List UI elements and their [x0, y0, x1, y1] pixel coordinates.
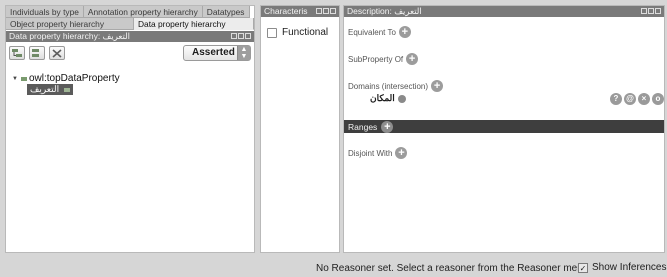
tab-object-property-hierarchy[interactable]: Object property hierarchy — [6, 18, 134, 30]
data-property-icon — [63, 88, 70, 92]
tree-node-label: owl:topDataProperty — [29, 73, 120, 84]
domain-class: المكان — [370, 93, 406, 104]
functional-checkbox-row[interactable]: Functional — [267, 27, 328, 38]
description-header: Description: التعريف — [344, 6, 664, 17]
add-icon[interactable]: + — [398, 26, 411, 38]
view-window-controls — [231, 33, 251, 39]
section-label: Domains (intersection) — [348, 81, 429, 91]
tree-row-selected[interactable]: التعريف — [27, 84, 120, 95]
view-title: Data property hierarchy: التعريف — [9, 31, 131, 41]
pin-view-icon[interactable] — [231, 33, 237, 39]
close-view-icon[interactable] — [245, 33, 251, 39]
select-arrows-icon: ▲ ▼ — [237, 46, 250, 60]
pin-view-icon[interactable] — [316, 8, 322, 14]
show-inferences-label: Show Inferences — [592, 262, 667, 273]
functional-label: Functional — [282, 27, 329, 38]
property-tree: ▼ owl:topDataProperty التعريف — [12, 73, 120, 95]
view-window-controls — [316, 8, 336, 14]
delete-icon[interactable]: × — [638, 93, 650, 105]
asserted-label: Asserted — [192, 47, 235, 58]
add-sub-property-icon — [11, 48, 22, 57]
expand-triangle-icon[interactable]: ▼ — [12, 76, 19, 82]
disjoint-with-section: Disjoint With + — [348, 147, 408, 159]
float-view-icon[interactable] — [648, 8, 654, 14]
section-label: Equivalent To — [348, 27, 396, 37]
section-label: Disjoint With — [348, 148, 393, 158]
close-view-icon[interactable] — [655, 8, 661, 14]
delete-property-button[interactable] — [49, 46, 65, 60]
hierarchy-toolbar: Asserted ▲ ▼ — [9, 45, 251, 63]
add-sub-property-button[interactable] — [9, 46, 25, 60]
add-sibling-property-button[interactable] — [29, 46, 45, 60]
tab-annotation-property-hierarchy[interactable]: Annotation property hierarchy — [83, 6, 203, 18]
float-view-icon[interactable] — [323, 8, 329, 14]
delete-icon — [52, 48, 62, 58]
add-icon[interactable]: + — [431, 80, 444, 92]
add-icon[interactable]: + — [406, 53, 419, 65]
left-pane: Individuals by type Annotation property … — [5, 5, 255, 253]
show-inferences-toggle[interactable]: ✓ Show Inferences — [578, 262, 667, 273]
tree-node-label: التعريف — [30, 84, 60, 94]
tab-individuals-by-type[interactable]: Individuals by type — [6, 6, 84, 18]
class-icon — [397, 94, 406, 103]
view-title: Characteris — [264, 6, 308, 16]
domain-item-buttons: ? @ × o — [610, 93, 664, 105]
tree-row-root[interactable]: ▼ owl:topDataProperty — [12, 73, 120, 84]
section-label: Ranges — [348, 121, 378, 132]
description-pane: Description: التعريف Equivalent To + Sub… — [343, 5, 665, 253]
close-view-icon[interactable] — [330, 8, 336, 14]
view-title: Description: التعريف — [347, 6, 422, 16]
status-bar: No Reasoner set. Select a reasoner from … — [0, 259, 667, 277]
explain-icon[interactable]: ? — [610, 93, 622, 105]
show-inferences-checkbox[interactable]: ✓ — [578, 262, 588, 273]
data-property-icon — [21, 76, 27, 81]
pin-view-icon[interactable] — [641, 8, 647, 14]
annotate-icon[interactable]: @ — [624, 93, 636, 105]
characteristics-pane: Characteris Functional — [260, 5, 340, 253]
edit-icon[interactable]: o — [652, 93, 664, 105]
equivalent-to-section: Equivalent To + — [348, 26, 411, 38]
selected-tree-node: التعريف — [27, 84, 73, 95]
domain-list-item[interactable]: المكان ? @ × o — [344, 93, 664, 105]
domains-section: Domains (intersection) + — [348, 80, 444, 92]
view-window-controls — [641, 8, 661, 14]
ranges-section: Ranges + — [344, 120, 664, 133]
tab-row-2: Object property hierarchy Data property … — [6, 18, 254, 30]
add-sibling-property-icon — [31, 48, 39, 57]
tab-data-property-hierarchy[interactable]: Data property hierarchy — [134, 18, 254, 30]
functional-checkbox[interactable] — [267, 27, 277, 38]
float-view-icon[interactable] — [238, 33, 244, 39]
data-property-hierarchy-header: Data property hierarchy: التعريف — [6, 31, 254, 42]
subproperty-of-section: SubProperty Of + — [348, 53, 419, 65]
tab-row-1: Individuals by type Annotation property … — [6, 6, 250, 18]
section-label: SubProperty Of — [348, 54, 404, 64]
add-icon[interactable]: + — [381, 120, 394, 133]
tab-datatypes[interactable]: Datatypes — [202, 6, 250, 18]
asserted-inferred-select[interactable]: Asserted ▲ ▼ — [183, 45, 251, 61]
characteristics-header: Characteris — [261, 6, 339, 17]
domain-value: المكان — [370, 93, 395, 103]
add-icon[interactable]: + — [395, 147, 408, 159]
reasoner-status-message: No Reasoner set. Select a reasoner from … — [316, 263, 589, 274]
